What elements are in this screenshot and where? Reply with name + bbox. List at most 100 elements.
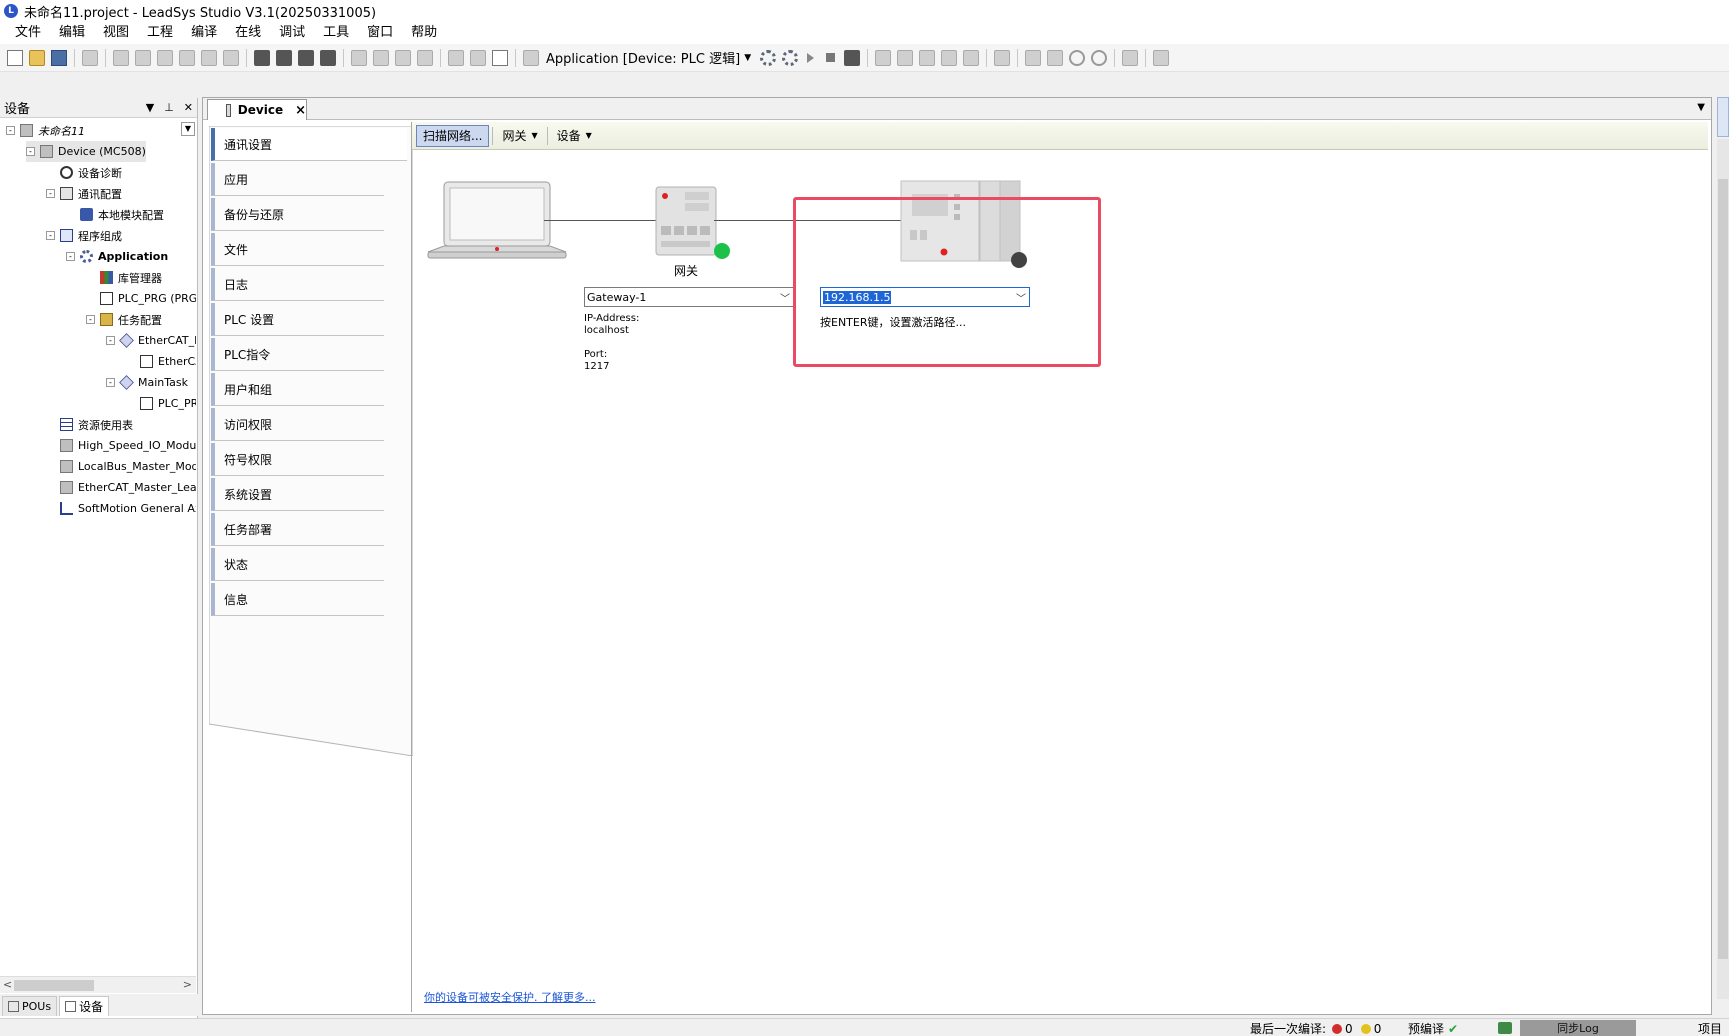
breakpoint-icon[interactable] [963,49,980,66]
logout-icon[interactable] [782,49,799,66]
nav-item[interactable]: 系统设置 [211,478,384,511]
menu-view[interactable]: 视图 [94,22,138,44]
nav-item[interactable]: 备份与还原 [211,198,384,231]
tree-expander-icon[interactable]: - [86,315,95,324]
close-icon[interactable]: ✕ [184,101,193,114]
nav-item[interactable]: PLC指令 [211,338,384,371]
find-icon[interactable] [254,49,270,66]
project-user-status[interactable]: 项目 [1698,1020,1722,1036]
build-menu-icon[interactable] [470,49,486,66]
step-over-icon[interactable] [875,49,892,66]
menu-window[interactable]: 窗口 [358,22,402,44]
nav-item[interactable]: 状态 [211,548,384,581]
toolbar-extra-icon[interactable] [1153,49,1170,66]
tree-item[interactable]: High_Speed_IO_Module [46,435,196,456]
nav-item[interactable]: 日志 [211,268,384,301]
nav-item[interactable]: PLC 设置 [211,303,384,336]
gateway-menu-button[interactable]: 网关 ▼ [496,125,543,147]
precompile-status[interactable]: 预编译 ✔ [1408,1020,1458,1036]
tree-expander-icon[interactable]: - [66,252,75,261]
print-icon[interactable] [82,49,98,66]
menu-tools[interactable]: 工具 [314,22,358,44]
run-to-cursor-icon[interactable] [941,49,958,66]
menu-help[interactable]: 帮助 [402,22,446,44]
tree-expander-icon[interactable]: - [46,231,55,240]
security-info-link[interactable]: 你的设备可被安全保护. 了解更多... [424,989,595,1005]
scan-network-button[interactable]: 扫描网络... [416,124,490,147]
active-application-selector[interactable]: Application [Device: PLC 逻辑] [546,48,740,67]
device-tree-scrollbar[interactable]: < > [0,976,196,993]
tree-expander-icon[interactable]: - [106,378,115,387]
tab-list-chevron-icon[interactable]: ▼ [1697,102,1705,113]
tree-item[interactable]: 设备诊断 [46,162,122,183]
tree-expander-icon[interactable]: - [106,336,115,345]
menu-edit[interactable]: 编辑 [50,22,94,44]
save-icon[interactable] [51,49,67,66]
tree-item[interactable]: PLC_PR [126,393,196,414]
tree-item[interactable]: - EtherCAT_M [106,330,196,351]
nav-item[interactable]: 任务部署 [211,513,384,546]
tree-item[interactable]: LocalBus_Master_Module [46,456,196,477]
stop-icon[interactable] [826,53,836,62]
tab-devices[interactable]: 设备 [59,996,110,1016]
tree-item[interactable]: EtherCAT_Master_Leads [46,477,196,498]
scroll-right-icon[interactable]: > [183,978,192,991]
delete-icon[interactable] [223,49,239,66]
show-next-statement-icon[interactable] [994,49,1011,66]
device-menu-button[interactable]: 设备 ▼ [551,125,598,147]
tree-expander-icon[interactable]: - [26,147,35,156]
online-status-icon[interactable] [1498,1022,1512,1034]
write-values-icon[interactable] [1025,49,1042,66]
paste-icon[interactable] [201,49,217,66]
find-previous-icon[interactable] [320,49,336,66]
run-icon[interactable] [807,52,815,63]
bookmark-icon[interactable] [351,49,367,66]
tree-dropdown-icon[interactable]: ▼ [181,122,195,136]
tree-item[interactable]: EtherCA [126,351,196,372]
copy-icon[interactable] [179,49,195,66]
bookmark-next-icon[interactable] [373,49,389,66]
nav-item[interactable]: 符号权限 [211,443,384,476]
new-file-icon[interactable] [7,49,23,66]
close-tab-icon[interactable]: × [295,103,306,118]
find-replace-icon[interactable] [276,49,292,66]
nav-item[interactable]: 应用 [211,163,384,196]
tab-pous[interactable]: POUs [2,996,58,1016]
tree-item[interactable]: 本地模块配置 [66,204,164,225]
tree-item[interactable]: - 未命名11 [6,120,85,141]
tree-item[interactable]: 资源使用表 [46,414,133,435]
multi-cycle-icon[interactable] [1091,49,1108,66]
menu-file[interactable]: 文件 [6,22,50,44]
tree-item[interactable]: - Device (MC508) [26,141,146,162]
tree-item[interactable]: - 任务配置 [86,309,162,330]
bookmark-prev-icon[interactable] [395,49,411,66]
scroll-left-icon[interactable]: < [3,978,12,991]
sync-log-button[interactable]: 同步Log [1520,1020,1636,1036]
nav-item[interactable]: 用户和组 [211,373,384,406]
reset-icon[interactable] [844,49,861,66]
tree-item[interactable]: SoftMotion General Axis [46,498,196,519]
cart-icon[interactable] [1122,49,1139,66]
device-config-icon[interactable] [523,49,539,66]
nav-item[interactable]: 访问权限 [211,408,384,441]
scroll-thumb[interactable] [14,980,94,991]
build-icon[interactable] [448,49,464,66]
undo-icon[interactable] [113,49,129,66]
tree-expander-icon[interactable]: - [46,189,55,198]
chevron-down-icon[interactable]: ▼ [744,53,751,63]
open-folder-icon[interactable] [29,49,45,66]
step-out-icon[interactable] [919,49,936,66]
tab-device[interactable]: Device × [207,99,307,120]
find-next-icon[interactable] [298,49,314,66]
gateway-select[interactable]: Gateway-1 ﹀ [584,287,794,307]
login-icon[interactable] [760,49,777,66]
menu-online[interactable]: 在线 [226,22,270,44]
redo-icon[interactable] [135,49,151,66]
nav-item[interactable]: 文件 [211,233,384,266]
tree-expander-icon[interactable]: - [6,126,15,135]
scroll-thumb[interactable] [1718,179,1728,959]
bookmark-clear-icon[interactable] [417,49,433,66]
export-icon[interactable] [492,49,508,66]
nav-item[interactable]: 信息 [211,583,384,616]
step-into-icon[interactable] [897,49,914,66]
